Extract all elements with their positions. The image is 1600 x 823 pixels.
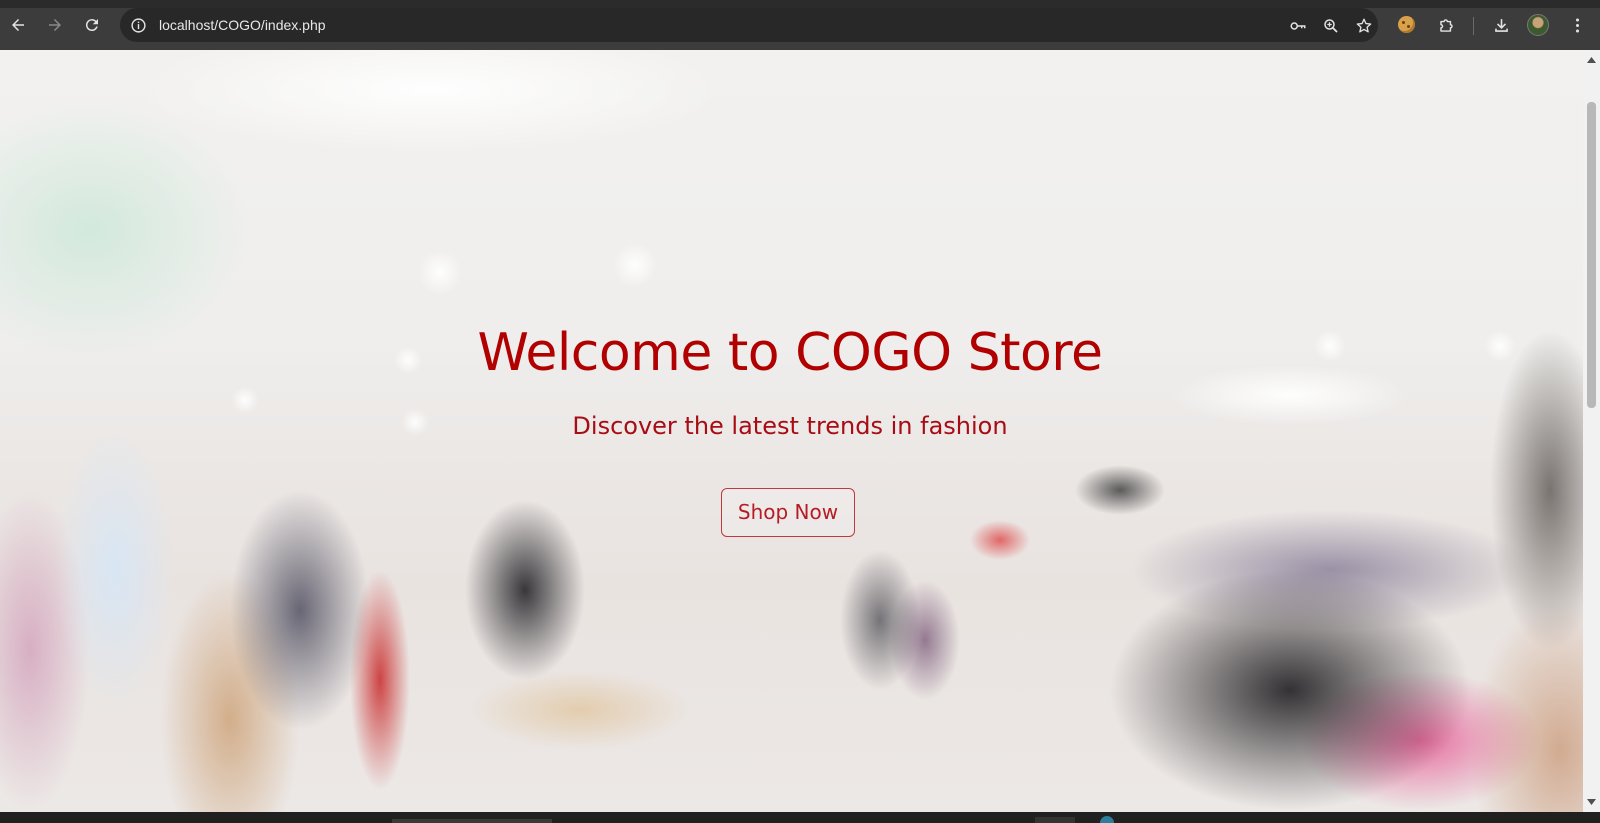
cookie-icon[interactable] <box>1398 16 1415 33</box>
vertical-scrollbar[interactable] <box>1583 50 1600 812</box>
forward-button[interactable] <box>42 12 68 38</box>
page-viewport: Welcome to COGO Store Discover the lates… <box>0 50 1583 812</box>
zoom-icon[interactable] <box>1321 16 1341 36</box>
toolbar-divider <box>1473 17 1474 35</box>
taskbar-item[interactable] <box>1100 816 1114 823</box>
back-arrow-icon <box>12 19 24 31</box>
kebab-menu-icon[interactable] <box>1564 12 1590 38</box>
hero-subtitle: Discover the latest trends in fashion <box>572 412 1008 440</box>
scrollbar-thumb[interactable] <box>1587 102 1596 408</box>
taskbar-item[interactable] <box>392 819 552 823</box>
os-taskbar <box>0 812 1600 823</box>
puzzle-icon[interactable] <box>1433 12 1459 38</box>
url-text[interactable]: localhost/COGO/index.php <box>159 16 326 34</box>
taskbar-item[interactable] <box>1035 817 1075 823</box>
hero-section: Welcome to COGO Store Discover the lates… <box>0 50 1583 812</box>
avatar[interactable] <box>1527 14 1549 36</box>
scroll-up-arrow-icon[interactable] <box>1583 52 1600 68</box>
browser-toolbar: localhost/COGO/index.php <box>0 0 1600 50</box>
reload-button[interactable] <box>79 12 105 38</box>
scroll-down-arrow-icon[interactable] <box>1583 794 1600 810</box>
back-button[interactable] <box>5 12 31 38</box>
hero-title: Welcome to COGO Store <box>477 323 1103 383</box>
reload-icon <box>85 19 98 32</box>
info-icon[interactable] <box>128 15 148 35</box>
shop-now-button[interactable]: Shop Now <box>721 488 855 537</box>
tab-strip <box>0 0 1600 8</box>
forward-arrow-icon <box>49 19 61 31</box>
key-icon[interactable] <box>1288 16 1308 36</box>
address-bar[interactable]: localhost/COGO/index.php <box>120 8 1378 42</box>
download-icon[interactable] <box>1488 12 1514 38</box>
star-icon[interactable] <box>1354 16 1374 36</box>
